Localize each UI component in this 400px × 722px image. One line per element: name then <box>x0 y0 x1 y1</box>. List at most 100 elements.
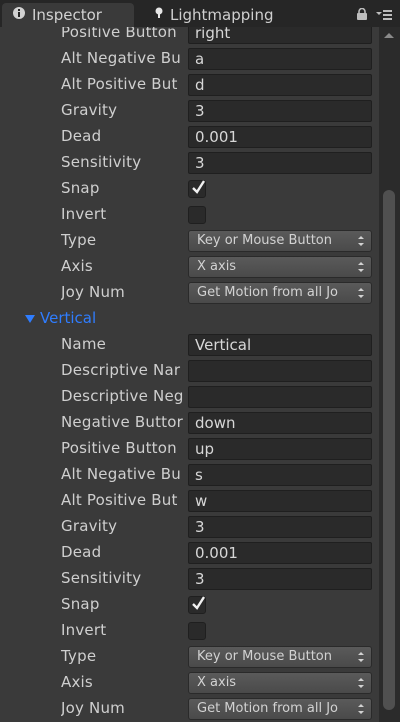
property-row-sensitivity: Sensitivity 3 <box>0 150 378 176</box>
property-label: Negative Buttor <box>61 413 183 431</box>
joy-num-dropdown[interactable]: Get Motion from all Jo <box>188 282 372 304</box>
text-field[interactable] <box>188 360 372 382</box>
dropdown-arrows-icon <box>358 678 364 688</box>
dropdown-value: Get Motion from all Jo <box>197 285 339 300</box>
property-label: Alt Negative Bu <box>61 465 181 483</box>
field-value: a <box>195 50 205 68</box>
property-label: Dead <box>61 127 102 145</box>
field-value: right <box>195 27 231 42</box>
property-row-gravity: Gravity 3 <box>0 514 378 540</box>
property-label: Gravity <box>61 101 118 119</box>
property-row-name: Name Vertical <box>0 332 378 358</box>
dropdown-value: Key or Mouse Button <box>197 233 332 248</box>
dropdown-value: Key or Mouse Button <box>197 649 332 664</box>
text-field[interactable]: up <box>188 438 372 460</box>
field-value: 3 <box>195 570 205 588</box>
lightbulb-icon <box>154 6 164 24</box>
dropdown-arrows-icon <box>358 652 364 662</box>
lock-icon[interactable] <box>356 7 368 24</box>
snap-checkbox[interactable] <box>188 180 206 198</box>
property-row-dead: Dead 0.001 <box>0 540 378 566</box>
section-vertical[interactable]: Vertical <box>0 306 378 332</box>
property-row-type: Type Key or Mouse Button <box>0 228 378 254</box>
property-label: Axis <box>61 673 93 691</box>
property-label: Snap <box>61 179 100 197</box>
section-title: Vertical <box>40 309 97 327</box>
tab-inspector-label: Inspector <box>32 6 102 24</box>
text-field[interactable]: right <box>188 27 372 44</box>
joy-num-dropdown[interactable]: Get Motion from all Jo <box>188 698 372 720</box>
number-field[interactable]: 0.001 <box>188 126 372 148</box>
dropdown-arrows-icon <box>358 704 364 714</box>
property-label: Sensitivity <box>61 153 142 171</box>
property-row-snap: Snap <box>0 176 378 202</box>
field-value: up <box>195 440 215 458</box>
field-value: 3 <box>195 154 205 172</box>
property-row-descriptive-negative: Descriptive Neg <box>0 384 378 410</box>
scroll-up-arrow-icon[interactable] <box>384 31 394 41</box>
property-row-alt-negative: Alt Negative Bu a <box>0 46 378 72</box>
axis-dropdown[interactable]: X axis <box>188 672 372 694</box>
property-label: Invert <box>61 205 107 223</box>
axis-dropdown[interactable]: X axis <box>188 256 372 278</box>
property-label: Descriptive Nar <box>61 361 181 379</box>
text-field[interactable]: d <box>188 74 372 96</box>
property-row-axis: Axis X axis <box>0 670 378 696</box>
property-row-sensitivity: Sensitivity 3 <box>0 566 378 592</box>
type-dropdown[interactable]: Key or Mouse Button <box>188 230 372 252</box>
inspector-window: Inspector Lightmapping Positive Button r… <box>0 0 400 722</box>
checkmark-icon <box>192 180 206 194</box>
property-row-positive-button: Positive Button up <box>0 436 378 462</box>
property-row-positive-button: Positive Button right <box>0 27 378 46</box>
property-label: Type <box>61 647 97 665</box>
text-field[interactable]: down <box>188 412 372 434</box>
property-row-alt-positive: Alt Positive But w <box>0 488 378 514</box>
type-dropdown[interactable]: Key or Mouse Button <box>188 646 372 668</box>
field-value: 0.001 <box>195 544 238 562</box>
field-value: 3 <box>195 518 205 536</box>
tab-lightmapping-label: Lightmapping <box>170 6 274 24</box>
property-label: Alt Positive But <box>61 491 178 509</box>
tab-lightmapping[interactable]: Lightmapping <box>144 3 283 27</box>
property-label: Positive Button <box>61 27 177 41</box>
invert-checkbox[interactable] <box>188 622 206 640</box>
number-field[interactable]: 3 <box>188 152 372 174</box>
number-field[interactable]: 3 <box>188 516 372 538</box>
number-field[interactable]: 3 <box>188 100 372 122</box>
property-label: Snap <box>61 595 100 613</box>
property-label: Alt Negative Bu <box>61 49 181 67</box>
property-label: Descriptive Neg <box>61 387 184 405</box>
snap-checkbox[interactable] <box>188 596 206 614</box>
text-field[interactable]: w <box>188 490 372 512</box>
property-row-gravity: Gravity 3 <box>0 98 378 124</box>
property-row-snap: Snap <box>0 592 378 618</box>
text-field[interactable]: a <box>188 48 372 70</box>
invert-checkbox[interactable] <box>188 206 206 224</box>
property-row-invert: Invert <box>0 202 378 228</box>
expand-triangle-icon[interactable] <box>25 314 35 324</box>
field-value: down <box>195 414 236 432</box>
property-row-invert: Invert <box>0 618 378 644</box>
property-row-descriptive-name: Descriptive Nar <box>0 358 378 384</box>
menu-icon[interactable] <box>376 8 392 24</box>
number-field[interactable]: 0.001 <box>188 542 372 564</box>
tab-inspector[interactable]: Inspector <box>2 3 134 27</box>
field-value: 0.001 <box>195 128 238 146</box>
text-field[interactable]: Vertical <box>188 334 372 356</box>
property-row-joy-num: Joy Num Get Motion from all Jo <box>0 696 378 722</box>
vertical-scrollbar-thumb[interactable] <box>383 190 395 710</box>
field-value: 3 <box>195 102 205 120</box>
number-field[interactable]: 3 <box>188 568 372 590</box>
text-field[interactable] <box>188 386 372 408</box>
property-label: Invert <box>61 621 107 639</box>
field-value: w <box>195 492 208 510</box>
property-row-alt-negative: Alt Negative Bu s <box>0 462 378 488</box>
tab-bar-icons <box>356 7 392 24</box>
text-field[interactable]: s <box>188 464 372 486</box>
property-row-axis: Axis X axis <box>0 254 378 280</box>
field-value: s <box>195 466 203 484</box>
field-value: Vertical <box>195 336 252 354</box>
dropdown-value: X axis <box>197 259 237 274</box>
property-label: Axis <box>61 257 93 275</box>
property-label: Sensitivity <box>61 569 142 587</box>
